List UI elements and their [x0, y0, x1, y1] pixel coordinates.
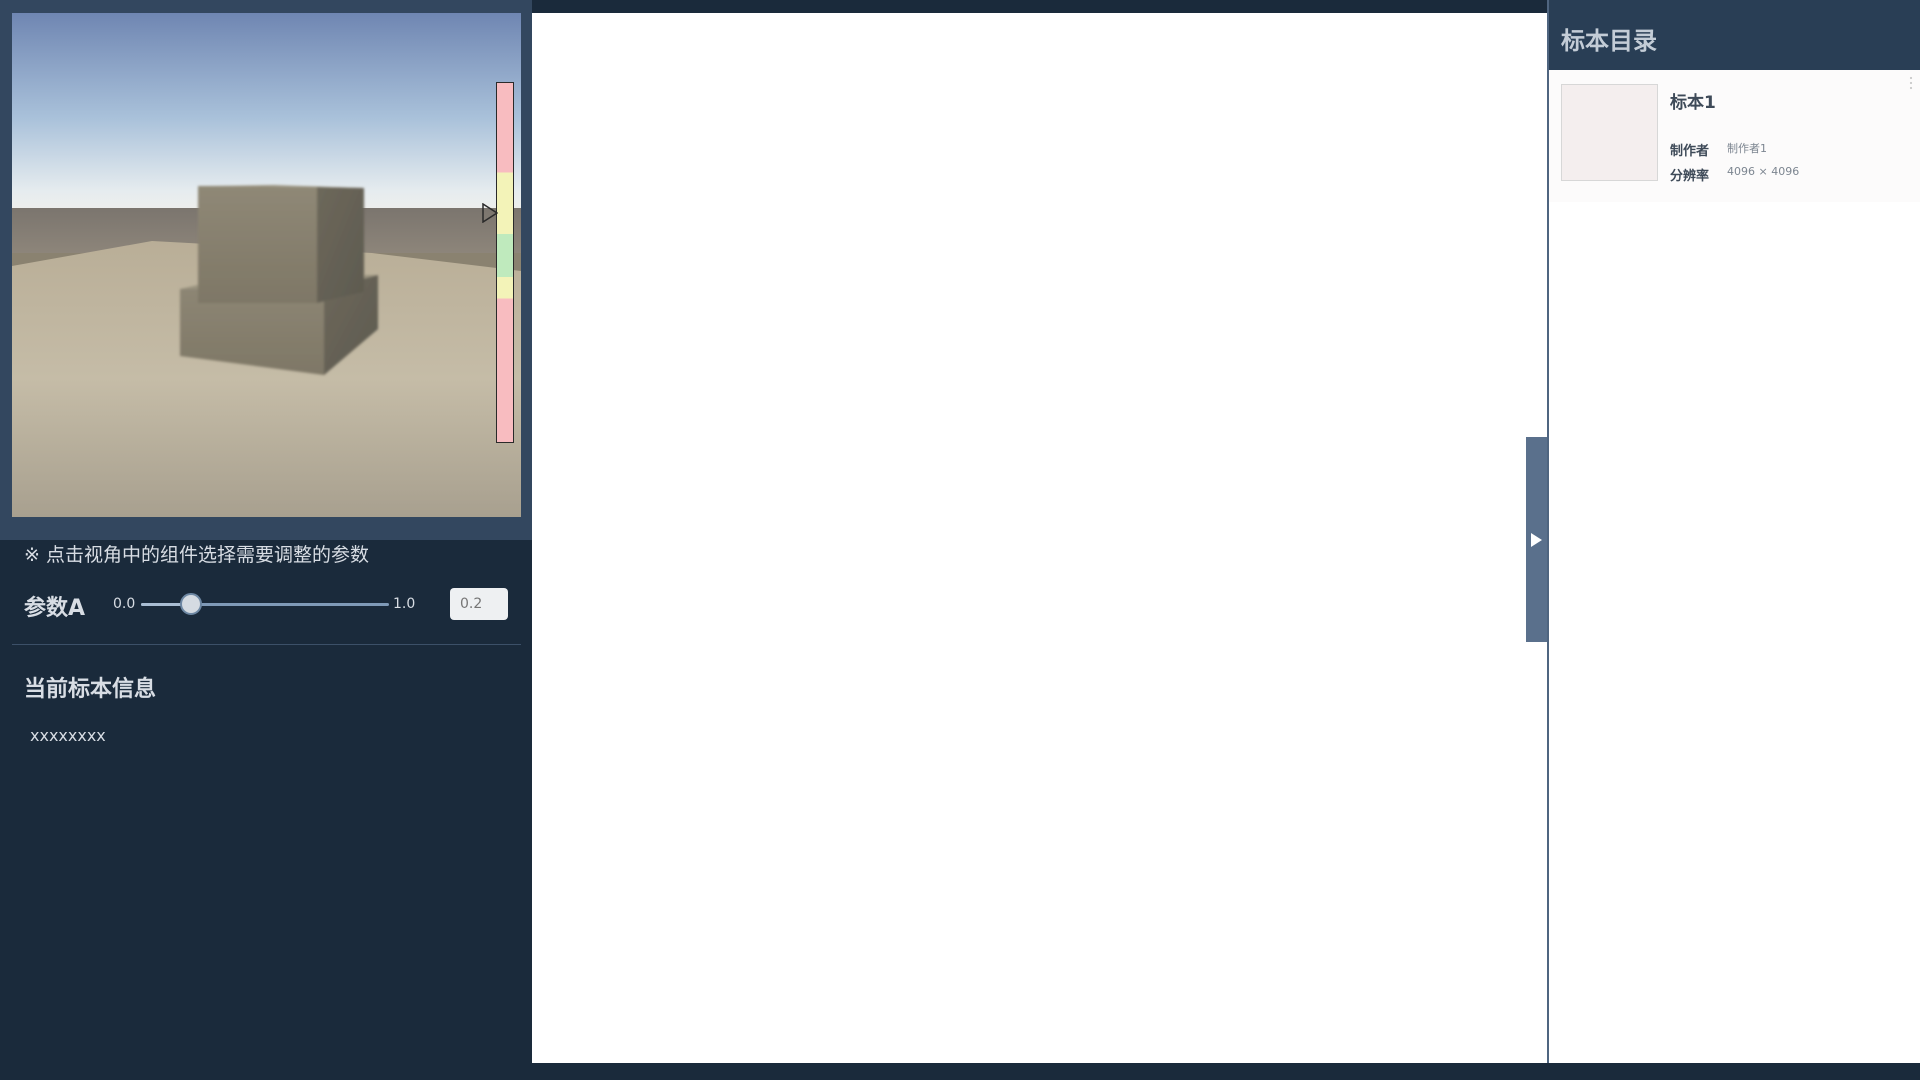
info-text: xxxxxxxx: [30, 726, 106, 745]
bottom-bar: [532, 1063, 1920, 1080]
author-value: 制作者1: [1727, 142, 1767, 155]
item-thumbnail: [1561, 84, 1658, 181]
main-canvas[interactable]: [532, 13, 1547, 1063]
item-name: 标本1: [1670, 93, 1716, 113]
triangle-pointer-icon[interactable]: [482, 203, 498, 223]
center-topbar: [532, 0, 1547, 13]
3d-viewport[interactable]: [12, 13, 521, 517]
resolution-value: 4096 × 4096: [1727, 165, 1800, 178]
slider-max-label: 1.0: [393, 596, 416, 612]
more-dots-icon[interactable]: [1909, 76, 1913, 90]
scene-render[interactable]: [12, 13, 521, 517]
catalog-panel: 标本目录 标本1 制作者 制作者1 分辨率 4096 × 4096: [1547, 0, 1920, 1063]
catalog-header: 标本目录: [1549, 0, 1920, 70]
parameter-value-input[interactable]: [450, 588, 508, 620]
play-right-icon: [1531, 533, 1542, 547]
hint-text: ※ 点击视角中的组件选择需要调整的参数: [24, 544, 369, 566]
left-panel: ※ 点击视角中的组件选择需要调整的参数 参数A 0.0 1.0 当前标本信息 x…: [0, 0, 532, 1080]
author-label: 制作者: [1670, 144, 1710, 159]
info-title: 当前标本信息: [24, 677, 157, 702]
catalog-title: 标本目录: [1561, 27, 1657, 55]
parameter-label: 参数A: [24, 596, 86, 621]
parameter-gauge: [496, 82, 514, 443]
slider-thumb[interactable]: [179, 593, 202, 615]
viewport-frame: [0, 0, 532, 540]
slider-min-label: 0.0: [113, 596, 136, 612]
parameter-row: 参数A 0.0 1.0: [24, 588, 514, 622]
collapse-panel-button[interactable]: [1526, 437, 1547, 642]
parameter-slider[interactable]: [141, 593, 389, 615]
divider: [12, 644, 521, 645]
catalog-item[interactable]: 标本1 制作者 制作者1 分辨率 4096 × 4096: [1549, 70, 1920, 202]
resolution-label: 分辨率: [1670, 169, 1710, 184]
